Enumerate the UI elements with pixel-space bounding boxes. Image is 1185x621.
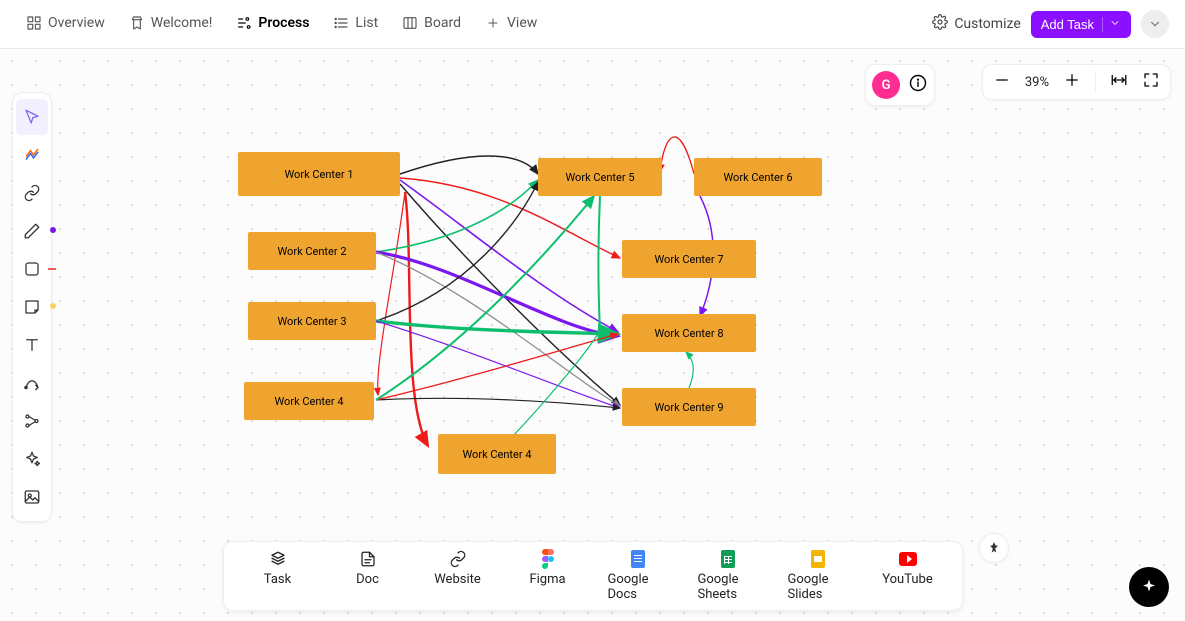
tab-overview[interactable]: Overview	[16, 7, 115, 41]
work-center-node[interactable]: Work Center 5	[538, 158, 662, 196]
board-icon	[402, 15, 418, 31]
tab-process[interactable]: Process	[226, 7, 319, 41]
dot-grid-background	[0, 49, 1185, 621]
dock-label: Doc	[356, 572, 379, 587]
dock-label: Google Docs	[608, 572, 668, 602]
dock-label: Google Sheets	[698, 572, 758, 602]
diagram-tool[interactable]	[16, 403, 48, 439]
work-center-node[interactable]: Work Center 1	[238, 152, 400, 196]
dock-gslides[interactable]: Google Slides	[788, 550, 848, 602]
dock-label: Website	[434, 572, 481, 587]
dock-label: Google Slides	[788, 572, 848, 602]
whiteboard-canvas[interactable]	[0, 49, 1185, 621]
pin-dock-button[interactable]	[979, 533, 1009, 563]
tab-label: List	[355, 15, 378, 31]
work-center-node[interactable]: Work Center 9	[622, 388, 756, 426]
zoom-in-button[interactable]	[1063, 71, 1081, 93]
shape-color-indicator	[48, 268, 56, 270]
dock-label: YouTube	[882, 572, 933, 587]
list-icon	[333, 15, 349, 31]
avatar-letter: G	[882, 78, 891, 93]
fullscreen-button[interactable]	[1142, 71, 1160, 93]
top-nav: Overview Welcome! Process List Board	[0, 0, 1185, 49]
youtube-icon	[899, 550, 917, 568]
avatar[interactable]: G	[872, 71, 900, 99]
ai-fab-button[interactable]	[1129, 567, 1169, 607]
gslides-icon	[809, 550, 827, 568]
work-center-node[interactable]: Work Center 6	[694, 158, 822, 196]
text-tool[interactable]	[16, 327, 48, 363]
tab-label: Process	[258, 15, 309, 31]
work-center-node[interactable]: Work Center 2	[248, 232, 376, 270]
plus-icon	[485, 15, 501, 31]
add-view-button[interactable]: View	[475, 7, 547, 41]
work-center-node[interactable]: Work Center 4	[244, 382, 374, 420]
shape-tool[interactable]	[16, 251, 48, 287]
collaborator-panel: G	[865, 64, 935, 106]
gsheets-icon	[719, 550, 737, 568]
dock-doc[interactable]: Doc	[338, 550, 398, 602]
sparkle-tool[interactable]	[16, 441, 48, 477]
dock-figma[interactable]: Figma	[518, 550, 578, 602]
ai-tool[interactable]	[16, 137, 48, 173]
task-icon	[269, 550, 287, 568]
doc-icon	[359, 550, 377, 568]
pointer-tool[interactable]	[16, 99, 48, 135]
tab-welcome[interactable]: Welcome!	[119, 7, 223, 41]
separator	[1095, 71, 1096, 93]
tab-board[interactable]: Board	[392, 7, 471, 41]
zoom-out-button[interactable]	[993, 71, 1011, 93]
welcome-icon	[129, 15, 145, 31]
gdocs-icon	[629, 550, 647, 568]
dock-website[interactable]: Website	[428, 550, 488, 602]
customize-button[interactable]: Customize	[932, 14, 1020, 34]
fit-width-button[interactable]	[1110, 71, 1128, 93]
connector-tool[interactable]	[16, 365, 48, 401]
overview-icon	[26, 15, 42, 31]
pen-color-indicator	[50, 227, 56, 233]
dock-label: Figma	[529, 572, 565, 587]
work-center-node[interactable]: Work Center 4	[438, 434, 556, 474]
top-right-controls: Customize Add Task	[932, 10, 1169, 38]
customize-label: Customize	[954, 16, 1020, 32]
zoom-controls: 39%	[982, 64, 1171, 100]
zoom-level[interactable]: 39%	[1025, 75, 1049, 90]
work-center-node[interactable]: Work Center 7	[622, 240, 756, 278]
view-label: View	[507, 15, 537, 31]
info-icon[interactable]	[908, 73, 928, 97]
link-tool[interactable]	[16, 175, 48, 211]
pen-tool[interactable]	[16, 213, 48, 249]
image-tool[interactable]	[16, 479, 48, 515]
tab-label: Welcome!	[151, 15, 213, 31]
tab-list[interactable]: List	[323, 7, 388, 41]
tab-label: Board	[424, 15, 461, 31]
gear-icon	[932, 14, 948, 34]
process-icon	[236, 15, 252, 31]
note-color-indicator	[50, 303, 56, 309]
figma-icon	[539, 550, 557, 568]
dock-gsheets[interactable]: Google Sheets	[698, 550, 758, 602]
chevron-down-icon[interactable]	[1102, 17, 1121, 32]
insert-dock: Task Doc Website Figma Google Docs Googl…	[223, 541, 963, 611]
link-icon	[449, 550, 467, 568]
add-task-button[interactable]: Add Task	[1031, 11, 1131, 38]
left-toolbar	[12, 92, 52, 522]
work-center-node[interactable]: Work Center 8	[622, 314, 756, 352]
work-center-node[interactable]: Work Center 3	[248, 302, 376, 340]
more-menu-button[interactable]	[1141, 10, 1169, 38]
add-task-label: Add Task	[1041, 17, 1094, 32]
dock-label: Task	[264, 572, 291, 587]
dock-task[interactable]: Task	[248, 550, 308, 602]
tab-label: Overview	[48, 15, 105, 31]
sticky-note-tool[interactable]	[16, 289, 48, 325]
dock-youtube[interactable]: YouTube	[878, 550, 938, 602]
view-tabs: Overview Welcome! Process List Board	[16, 7, 547, 41]
dock-gdocs[interactable]: Google Docs	[608, 550, 668, 602]
